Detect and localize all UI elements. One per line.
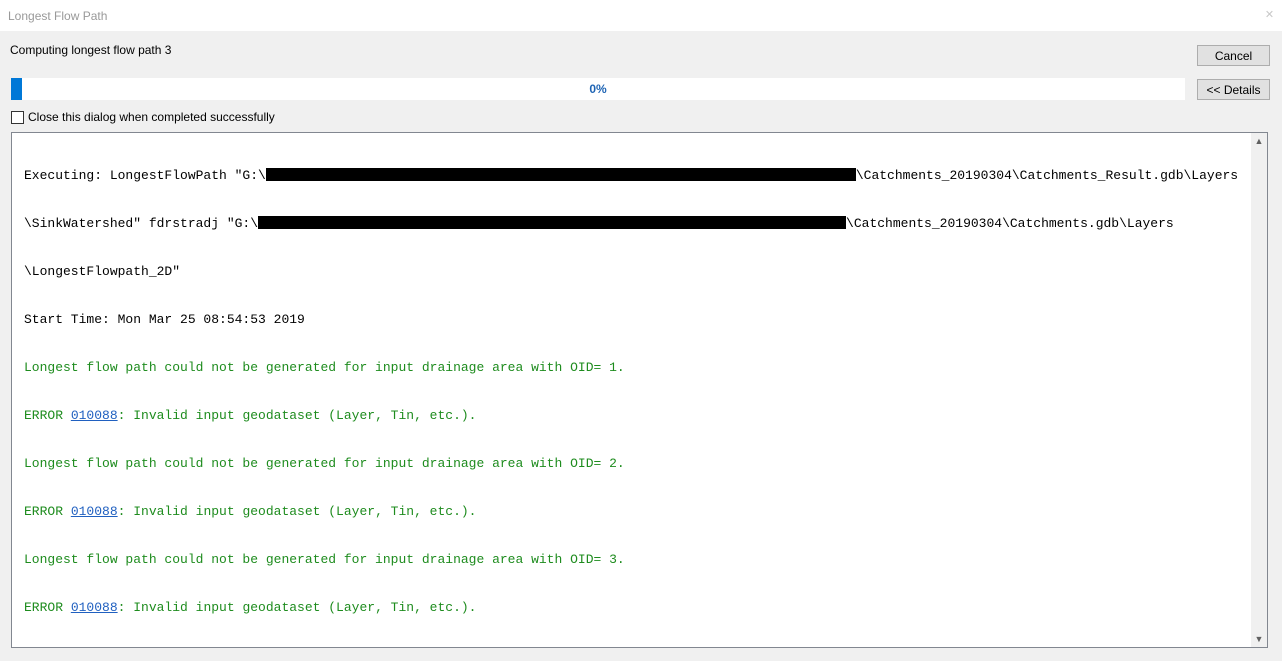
close-icon[interactable]: ✕ [1263, 9, 1276, 22]
close-on-complete-checkbox[interactable] [11, 110, 24, 124]
log-line: \SinkWatershed" fdrstradj "G:\ \Catchment… [24, 216, 1249, 232]
log-line: Longest flow path could not be generated… [24, 456, 625, 471]
close-on-complete-row[interactable]: Close this dialog when completed success… [11, 110, 275, 124]
log-line: ERROR 010088: Invalid input geodataset (… [24, 408, 1249, 424]
redacted-path [258, 216, 847, 229]
log-line: ERROR 010088: Invalid input geodataset (… [24, 600, 1249, 616]
window-title: Longest Flow Path [8, 9, 108, 23]
message-log[interactable]: Executing: LongestFlowPath "G:\ \Catchmen… [11, 132, 1268, 648]
log-text: ERROR [24, 504, 71, 519]
log-text: \SinkWatershed" fdrstradj "G:\ [24, 216, 259, 231]
log-body: Executing: LongestFlowPath "G:\ \Catchmen… [24, 136, 1249, 647]
log-text: : Invalid input geodataset (Layer, Tin, … [117, 504, 477, 519]
error-code-link[interactable]: 010088 [71, 504, 118, 519]
log-line: Executing: LongestFlowPath "G:\ \Catchmen… [24, 168, 1249, 184]
scroll-up-icon[interactable]: ▲ [1251, 133, 1267, 149]
log-line: \LongestFlowpath_2D" [24, 264, 181, 279]
log-line: Longest flow path could not be generated… [24, 552, 625, 567]
log-text: ERROR [24, 600, 71, 615]
log-text: \Catchments_20190304\Catchments_Result.g… [855, 168, 1239, 183]
log-line: Start Time: Mon Mar 25 08:54:53 2019 [24, 312, 305, 327]
status-text: Computing longest flow path 3 [10, 43, 172, 57]
log-text: Executing: LongestFlowPath "G:\ [24, 168, 266, 183]
progress-bar: 0% [11, 78, 1185, 100]
error-code-link[interactable]: 010088 [71, 600, 118, 615]
close-on-complete-label: Close this dialog when completed success… [28, 110, 275, 124]
log-line: Longest flow path could not be generated… [24, 360, 625, 375]
redacted-path [265, 168, 856, 181]
title-bar: Longest Flow Path ✕ [0, 0, 1282, 31]
log-text: \Catchments_20190304\Catchments.gdb\Laye… [846, 216, 1174, 231]
error-code-link[interactable]: 010088 [71, 408, 118, 423]
log-text: : Invalid input geodataset (Layer, Tin, … [117, 408, 477, 423]
scroll-down-icon[interactable]: ▼ [1251, 631, 1267, 647]
log-scrollbar[interactable]: ▲ ▼ [1251, 133, 1267, 647]
log-text: ERROR [24, 408, 71, 423]
log-text: : Invalid input geodataset (Layer, Tin, … [117, 600, 477, 615]
progress-label: 0% [589, 82, 607, 96]
cancel-button[interactable]: Cancel [1197, 45, 1270, 66]
details-button[interactable]: << Details [1197, 79, 1270, 100]
bottom-strip [0, 652, 1282, 661]
log-line: ERROR 010088: Invalid input geodataset (… [24, 504, 1249, 520]
